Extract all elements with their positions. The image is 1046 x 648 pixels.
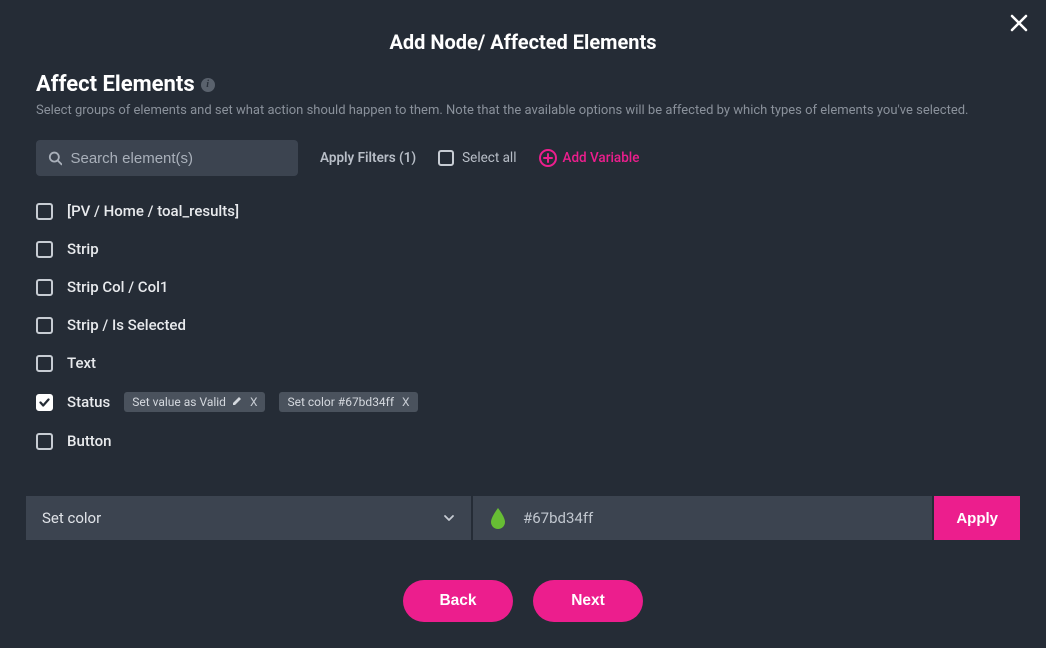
- element-row: Text: [36, 354, 1010, 372]
- element-checkbox[interactable]: [36, 317, 53, 334]
- element-label: Strip Col / Col1: [67, 278, 168, 296]
- element-checkbox[interactable]: [36, 279, 53, 296]
- search-box[interactable]: [36, 140, 298, 176]
- next-button[interactable]: Next: [533, 580, 643, 622]
- element-row: Button: [36, 432, 1010, 450]
- element-checkbox[interactable]: [36, 203, 53, 220]
- section-description: Select groups of elements and set what a…: [36, 103, 1010, 118]
- section-title: Affect Elements: [36, 72, 195, 97]
- element-label: Status: [67, 393, 110, 411]
- chevron-down-icon: [443, 512, 455, 524]
- search-icon: [48, 150, 62, 166]
- element-tag: Set color #67bd34ff X: [279, 392, 417, 412]
- element-label: Text: [67, 354, 96, 372]
- filter-row: Apply Filters (1) Select all Add Variabl…: [36, 140, 1010, 176]
- tag-text: Set value as Valid: [132, 395, 226, 409]
- close-button[interactable]: [1010, 14, 1028, 36]
- add-node-modal: Add Node/ Affected Elements Affect Eleme…: [0, 0, 1046, 648]
- tag-text: Set color #67bd34ff: [287, 395, 394, 409]
- nav-row: Back Next: [26, 580, 1020, 622]
- element-row: Strip / Is Selected: [36, 316, 1010, 334]
- element-label: Strip: [67, 240, 99, 258]
- action-row: Set color #67bd34ff Apply: [26, 496, 1020, 540]
- add-variable-button[interactable]: Add Variable: [539, 149, 640, 167]
- info-icon[interactable]: i: [201, 78, 215, 92]
- element-checkbox[interactable]: [36, 433, 53, 450]
- checkbox-icon: [438, 150, 454, 166]
- color-value-input[interactable]: #67bd34ff: [473, 496, 932, 540]
- element-row: [PV / Home / toal_results]: [36, 202, 1010, 220]
- search-input[interactable]: [70, 150, 286, 167]
- element-row: Strip: [36, 240, 1010, 258]
- element-tag: Set value as Valid X: [124, 392, 265, 412]
- dropdown-value: Set color: [42, 509, 101, 527]
- tag-remove-icon[interactable]: X: [250, 395, 258, 409]
- apply-filters-button[interactable]: Apply Filters (1): [320, 150, 416, 166]
- element-checkbox[interactable]: [36, 241, 53, 258]
- droplet-icon: [489, 507, 507, 529]
- tag-remove-icon[interactable]: X: [402, 395, 410, 409]
- element-label: Button: [67, 432, 112, 450]
- pencil-icon[interactable]: [232, 395, 242, 409]
- color-value-text: #67bd34ff: [523, 509, 593, 527]
- element-label: Strip / Is Selected: [67, 316, 186, 334]
- element-checkbox[interactable]: [36, 355, 53, 372]
- element-list: [PV / Home / toal_results] Strip Strip Col…: [36, 202, 1010, 450]
- modal-title: Add Node/ Affected Elements: [0, 0, 1046, 72]
- element-label: [PV / Home / toal_results]: [67, 202, 239, 220]
- plus-circle-icon: [539, 149, 557, 167]
- back-button[interactable]: Back: [403, 580, 513, 622]
- element-row: Strip Col / Col1: [36, 278, 1010, 296]
- apply-button[interactable]: Apply: [934, 496, 1020, 540]
- element-row: StatusSet value as ValidXSet color #67bd…: [36, 392, 1010, 412]
- bottom-bar: Set color #67bd34ff Apply Back Next: [0, 496, 1046, 648]
- select-all-checkbox[interactable]: Select all: [438, 150, 516, 166]
- add-variable-label: Add Variable: [563, 150, 640, 166]
- action-dropdown[interactable]: Set color: [26, 496, 471, 540]
- close-icon: [1010, 14, 1028, 32]
- element-checkbox[interactable]: [36, 394, 53, 411]
- select-all-label: Select all: [462, 150, 516, 166]
- section-title-row: Affect Elements i: [36, 72, 1010, 97]
